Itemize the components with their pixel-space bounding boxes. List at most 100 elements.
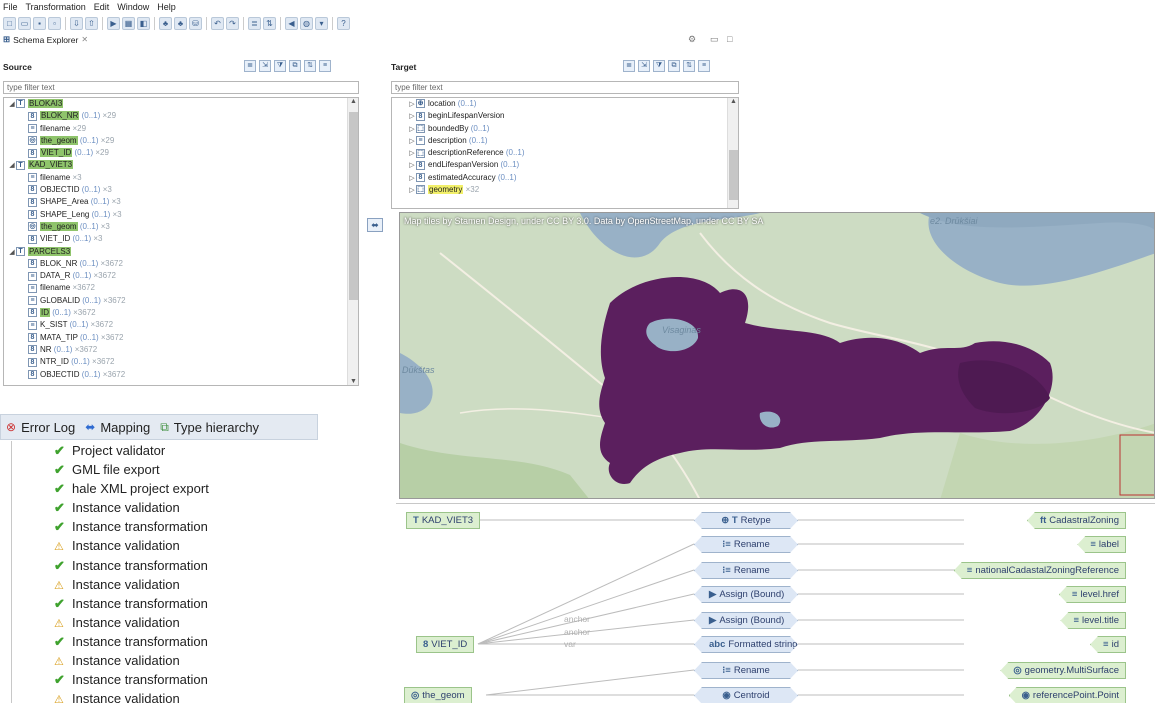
menu-icon[interactable]: ≡	[698, 60, 710, 72]
log-entry[interactable]: ⚠ Instance validation	[12, 575, 318, 594]
sort-icon[interactable]: ⇅	[683, 60, 695, 72]
expand-toggle-icon[interactable]: ▷	[408, 185, 416, 197]
filter-icon[interactable]: ⧩	[653, 60, 665, 72]
target-node-level-href[interactable]: ≡ level.href	[1058, 586, 1126, 603]
schema-icon[interactable]: ◧	[137, 16, 150, 30]
tree-row[interactable]: 8 OBJECTID (0..1) ×3	[4, 184, 358, 196]
globe-icon[interactable]: ◍	[300, 16, 313, 30]
tree-row[interactable]: ▷ ⬚ boundedBy (0..1)	[392, 123, 738, 135]
tree-row[interactable]: 8 MATA_TIP (0..1) ×3672	[4, 332, 358, 344]
function-node-rename[interactable]: ⁝≡ Rename	[694, 662, 798, 679]
tree-row[interactable]: 8 VIET_ID (0..1) ×3	[4, 233, 358, 245]
align-icon[interactable]: ≣	[248, 16, 261, 30]
validate-icon[interactable]: ▦	[122, 16, 135, 30]
menu-transformation[interactable]: Transformation	[26, 2, 86, 12]
redo-icon[interactable]: ↷	[226, 16, 239, 30]
function-node-assign-bound[interactable]: ▶ Assign (Bound)	[694, 612, 798, 629]
map-view[interactable]: Map tiles by Stamen Design, under CC BY …	[399, 212, 1155, 499]
hierarchy-icon[interactable]: ⧉	[289, 60, 301, 72]
tree-row[interactable]: ≡ DATA_R (0..1) ×3672	[4, 270, 358, 282]
list-view-icon[interactable]: ≣	[623, 60, 635, 72]
close-icon[interactable]: ✕	[81, 35, 88, 44]
tree-row[interactable]: 8 VIET_ID (0..1) ×29	[4, 147, 358, 159]
menu-help[interactable]: Help	[157, 2, 176, 12]
function-node-rename[interactable]: ⁝≡ Rename	[694, 536, 798, 553]
sort-icon[interactable]: ⇅	[304, 60, 316, 72]
source-filter-input[interactable]: type filter text	[3, 81, 359, 94]
sort-icon[interactable]: ⇅	[263, 16, 276, 30]
log-entry[interactable]: ✔ Instance validation	[12, 498, 318, 517]
source-node-viet-id[interactable]: 8 VIET_ID	[416, 636, 475, 653]
filter-icon[interactable]: ⧩	[274, 60, 286, 72]
export-icon[interactable]: ⇧	[85, 16, 98, 30]
link-mapping-icon[interactable]: ⬌	[367, 218, 383, 232]
menu-icon[interactable]: ≡	[319, 60, 331, 72]
log-entry[interactable]: ✔ Instance transformation	[12, 594, 318, 613]
log-entry[interactable]: ⚠ Instance validation	[12, 651, 318, 670]
log-entry[interactable]: ⚠ Instance validation	[12, 613, 318, 632]
tree-row[interactable]: ▷ 8 endLifespanVersion (0..1)	[392, 159, 738, 171]
function-node-centroid[interactable]: ◉ Centroid	[694, 687, 798, 703]
play-icon[interactable]: ▶	[107, 16, 120, 30]
menu-window[interactable]: Window	[117, 2, 149, 12]
menu-edit[interactable]: Edit	[94, 2, 110, 12]
database-icon[interactable]: ⛁	[189, 16, 202, 30]
tree-row[interactable]: 8 OBJECTID (0..1) ×3672	[4, 369, 358, 381]
view-settings-icon[interactable]: ⚙	[688, 34, 696, 45]
menu-file[interactable]: File	[3, 2, 18, 12]
target-node-level-title[interactable]: ≡ level.title	[1060, 612, 1126, 629]
log-entry[interactable]: ⚠ Instance validation	[12, 689, 318, 703]
hierarchy-icon[interactable]: ⧉	[668, 60, 680, 72]
target-node-label[interactable]: ≡ label	[1077, 536, 1126, 553]
log-entry[interactable]: ✔ Instance transformation	[12, 632, 318, 651]
target-node-cadastralzoning[interactable]: ft CadastralZoning	[1026, 512, 1126, 529]
tree-row[interactable]: ◢ T KAD_VIET3	[4, 159, 358, 171]
log-entry[interactable]: ✔ GML file export	[12, 460, 318, 479]
undo-icon[interactable]: ↶	[211, 16, 224, 30]
log-entry[interactable]: ✔ hale XML project export	[12, 479, 318, 498]
tree-row[interactable]: ◢ T BLOKAI3	[4, 98, 358, 110]
new-icon[interactable]: □	[3, 16, 16, 30]
list-view-icon[interactable]: ≣	[244, 60, 256, 72]
source-node-the-geom[interactable]: ◎ the_geom	[404, 687, 472, 703]
tree-row[interactable]: ◢ T PARCELS3	[4, 246, 358, 258]
log-entry[interactable]: ⚠ Instance validation	[12, 536, 318, 555]
log-entry[interactable]: ✔ Instance transformation	[12, 517, 318, 536]
back-icon[interactable]: ◀	[285, 16, 298, 30]
open-icon[interactable]: ▭	[18, 16, 31, 30]
source-node-kad-viet3[interactable]: T KAD_VIET3	[406, 512, 481, 529]
tree-row[interactable]: 8 NR (0..1) ×3672	[4, 344, 358, 356]
tree-row[interactable]: 8 BLOK_NR (0..1) ×29	[4, 110, 358, 122]
log-entry[interactable]: ✔ Instance transformation	[12, 556, 318, 575]
save-as-icon[interactable]: ▫	[48, 16, 61, 30]
log-entry[interactable]: ✔ Project validator	[12, 441, 318, 460]
tree-row[interactable]: ≡ filename ×3672	[4, 282, 358, 294]
tab-type-hierarchy[interactable]: ⧉ Type hierarchy	[160, 420, 259, 435]
tree-row[interactable]: ≡ filename ×3	[4, 172, 358, 184]
tree-row[interactable]: ≡ GLOBALID (0..1) ×3672	[4, 295, 358, 307]
maximize-icon[interactable]: □	[727, 34, 732, 44]
tab-mapping[interactable]: ⬌ Mapping	[85, 420, 150, 435]
tree-row[interactable]: ≡ K_SIST (0..1) ×3672	[4, 319, 358, 331]
tree-row[interactable]: ◎ the_geom (0..1) ×29	[4, 135, 358, 147]
function-node-rename[interactable]: ⁝≡ Rename	[694, 562, 798, 579]
function-node-formatted-string[interactable]: abc Formatted string	[694, 636, 798, 653]
tree-row[interactable]: 8 NTR_ID (0..1) ×3672	[4, 356, 358, 368]
tree-row[interactable]: 8 ID (0..1) ×3672	[4, 307, 358, 319]
target-node-referencepoint-point[interactable]: ◉ referencePoint.Point	[1008, 687, 1126, 703]
dropdown-icon[interactable]: ▾	[315, 16, 328, 30]
cluster-alt-icon[interactable]: ♣	[174, 16, 187, 30]
function-node-retype[interactable]: ⊕ T Retype	[694, 512, 798, 529]
import-icon[interactable]: ⇩	[70, 16, 83, 30]
tree-row[interactable]: ▷ ≡ description (0..1)	[392, 135, 738, 147]
tree-row[interactable]: 8 SHAPE_Leng (0..1) ×3	[4, 209, 358, 221]
minimize-icon[interactable]: ▭	[710, 34, 719, 45]
tree-row[interactable]: ▷ 8 estimatedAccuracy (0..1)	[392, 172, 738, 184]
tree-row[interactable]: 8 BLOK_NR (0..1) ×3672	[4, 258, 358, 270]
target-node-nationalcadastalzoningreference[interactable]: ≡ nationalCadastalZoningReference	[953, 562, 1126, 579]
tab-error-log[interactable]: ⊗ Error Log	[6, 420, 75, 435]
tree-row[interactable]: ◎ the_geom (0..1) ×3	[4, 221, 358, 233]
cluster-icon[interactable]: ♣	[159, 16, 172, 30]
target-filter-input[interactable]: type filter text	[391, 81, 739, 94]
tree-row[interactable]: ▷ 8 beginLifespanVersion	[392, 110, 738, 122]
